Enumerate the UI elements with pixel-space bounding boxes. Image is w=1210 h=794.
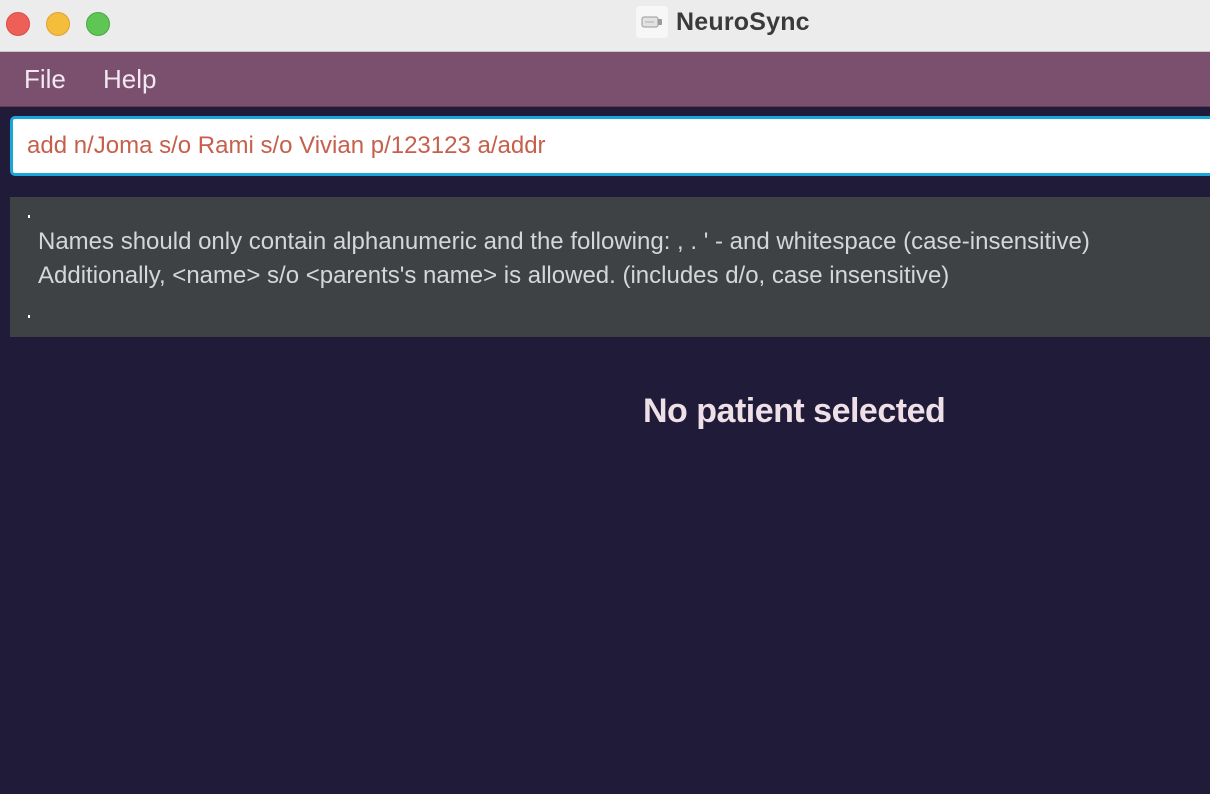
command-input[interactable] bbox=[10, 116, 1210, 176]
title-bar: NeuroSync bbox=[0, 0, 1210, 52]
result-display: Names should only contain alphanumeric a… bbox=[10, 197, 1210, 337]
menu-file[interactable]: File bbox=[24, 64, 66, 95]
text-area-corner-mark bbox=[28, 315, 30, 318]
menu-bar: File Help bbox=[0, 52, 1210, 107]
result-message-line: Names should only contain alphanumeric a… bbox=[38, 228, 1090, 255]
close-window-button[interactable] bbox=[6, 12, 30, 36]
result-message-line: Additionally, <name> s/o <parents's name… bbox=[38, 262, 950, 289]
no-patient-message: No patient selected bbox=[643, 392, 946, 430]
minimize-window-button[interactable] bbox=[46, 12, 70, 36]
text-area-corner-mark bbox=[28, 215, 30, 218]
menu-help[interactable]: Help bbox=[103, 64, 156, 95]
app-icon bbox=[636, 6, 668, 38]
zoom-window-button[interactable] bbox=[86, 12, 110, 36]
window-title-group: NeuroSync bbox=[636, 6, 810, 38]
window-title: NeuroSync bbox=[676, 7, 810, 36]
app-logo-icon bbox=[641, 16, 662, 28]
